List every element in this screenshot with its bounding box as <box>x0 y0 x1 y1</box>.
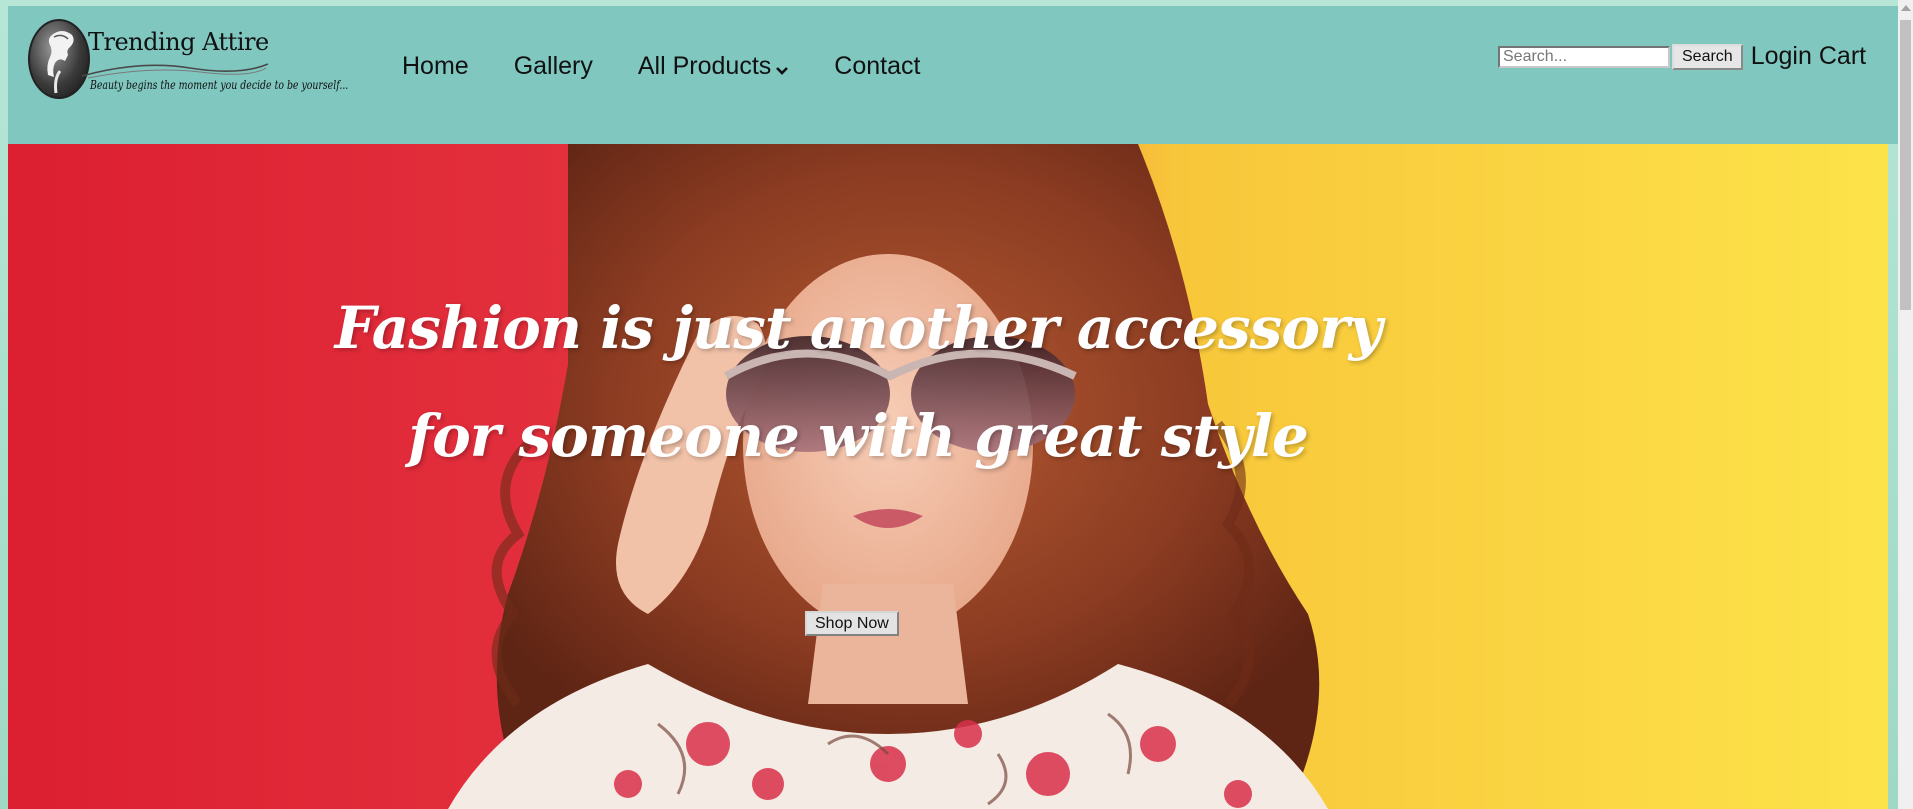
nav-contact-label: Contact <box>834 52 921 80</box>
login-link[interactable]: Login <box>1751 42 1812 71</box>
scroll-up-arrow-icon[interactable] <box>1901 5 1911 11</box>
site-header: Trending Attire Beauty begins the moment… <box>8 6 1898 144</box>
hero-banner: Fashion is just another accessory for so… <box>8 144 1888 809</box>
search-bar: Search Login Cart <box>1498 42 1866 71</box>
nav-home-label: Home <box>402 52 469 80</box>
nav-home[interactable]: Home <box>402 52 469 81</box>
brand-tagline: Beauty begins the moment you decide to b… <box>90 78 349 92</box>
nav-all-products-label: All Products <box>637 52 772 80</box>
hero-heading-line-1: Fashion is just another accessory <box>334 294 1383 362</box>
nav-contact[interactable]: Contact <box>834 52 920 81</box>
search-input[interactable] <box>1498 45 1670 68</box>
chevron-down-icon <box>776 66 789 75</box>
logo-swoosh-graphic <box>81 63 269 79</box>
page-scrollbar[interactable] <box>1898 0 1913 809</box>
brand-logo[interactable]: Trending Attire Beauty begins the moment… <box>28 14 348 104</box>
hero-heading-line-2: for someone with great style <box>408 402 1309 470</box>
hero-heading: Fashion is just another accessory for so… <box>8 274 1708 490</box>
scroll-thumb[interactable] <box>1900 20 1911 310</box>
search-button[interactable]: Search <box>1672 43 1743 70</box>
nav-gallery-label: Gallery <box>513 52 593 80</box>
nav-gallery[interactable]: Gallery <box>514 52 593 81</box>
account-links: Login Cart <box>1751 42 1866 71</box>
nav-all-products-dropdown[interactable]: All Products <box>638 52 789 81</box>
shop-now-button[interactable]: Shop Now <box>805 611 899 636</box>
brand-name: Trending Attire <box>88 28 269 56</box>
cart-link[interactable]: Cart <box>1819 42 1866 71</box>
main-nav: Home Gallery All Products Contact <box>402 52 920 81</box>
